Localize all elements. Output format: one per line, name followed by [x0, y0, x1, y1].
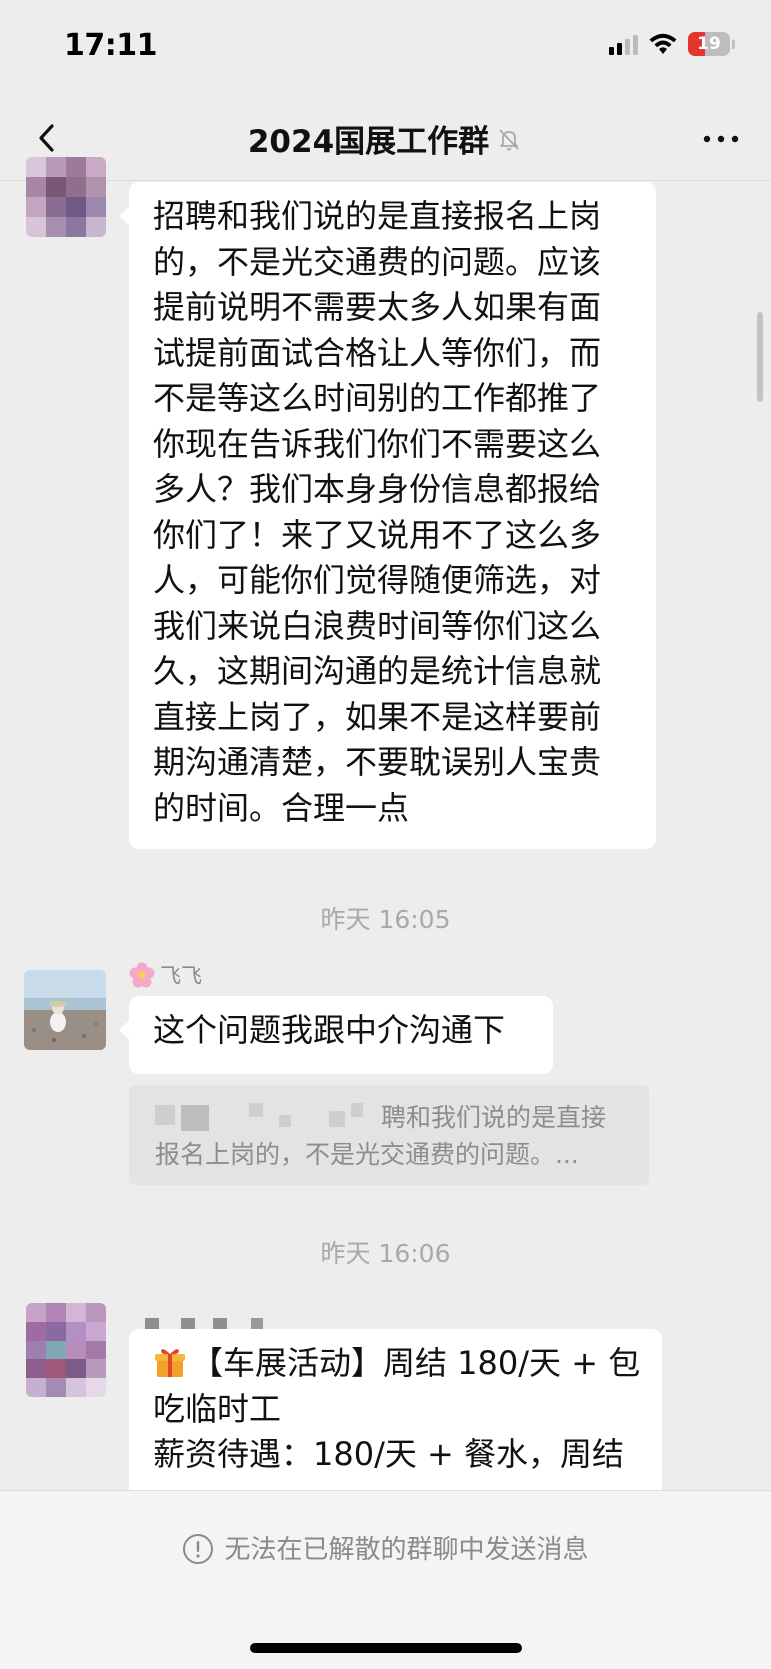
quote-sender-redaction [329, 1111, 345, 1127]
beach-photo-avatar [24, 970, 106, 1050]
message-line: 久，这期间沟通的是统计信息就 [153, 652, 602, 690]
message-bubble[interactable]: 招聘和我们说的是直接报名上岗 的，不是光交通费的问题。应该 提前说明不需要太多人… [119, 182, 656, 849]
quote-line: 聘和我们说的是直接 [381, 1103, 607, 1132]
message-line: 期沟通清楚，不要耽误别人宝贵 [153, 743, 602, 781]
message-line: 招聘和我们说的是直接报名上岗 [153, 197, 602, 235]
bell-off-icon [499, 128, 519, 150]
message-line: 直接上岗了，如果不是这样要前 [153, 697, 602, 736]
chat-title: 2024国展工作群 [247, 124, 490, 160]
cellular-signal-icon [609, 33, 638, 55]
quote-sender-redaction [279, 1115, 291, 1127]
chat-title-container: 2024国展工作群 [0, 116, 771, 161]
battery-cap [732, 39, 735, 49]
timestamp: 昨天 16:06 [320, 1239, 451, 1268]
message-line: 的时间。合理一点 [153, 788, 410, 827]
message-text: 【车展活动】周结 180/天 + 包 [191, 1344, 641, 1382]
chat-header: 2024国展工作群 [0, 100, 771, 181]
battery-level: 19 [697, 34, 721, 54]
quote-sender-redaction [181, 1105, 209, 1131]
more-horizontal-icon[interactable] [701, 124, 741, 154]
avatar[interactable] [24, 970, 106, 1050]
timestamp: 昨天 16:05 [320, 905, 451, 934]
cherry-blossom-icon [129, 962, 155, 988]
message-line: 你们了！来了又说用不了这么多 [153, 515, 602, 554]
message-line: 多人？我们本身身份信息都报给 [153, 470, 602, 508]
status-icons: 19 [609, 32, 735, 56]
avatar[interactable] [26, 1303, 106, 1397]
gift-icon [155, 1349, 185, 1377]
exclamation-circle-icon [183, 1534, 214, 1564]
scrollbar[interactable] [757, 312, 763, 402]
home-indicator[interactable] [250, 1643, 522, 1653]
message-line: 人，可能你们觉得随便筛选，对 [153, 561, 602, 599]
quoted-message[interactable]: 聘和我们说的是直接 报名上岗的，不是光交通费的问题。... [129, 1085, 649, 1185]
quote-sender-redaction [351, 1103, 363, 1117]
message-line: 试提前面试合格让人等你们，而 [153, 333, 602, 372]
message-line: 吃临时工 [153, 1389, 282, 1428]
message-line: 我们来说白浪费时间等你们这么 [153, 606, 602, 645]
message-line: 不是等这么时间别的工作都推了 [153, 379, 602, 417]
status-bar: 17:11 19 [0, 0, 771, 100]
message-line: 提前说明不需要太多人如果有面 [153, 288, 602, 326]
quote-sender-redaction [155, 1105, 175, 1125]
quote-line: 报名上岗的，不是光交通费的问题。... [155, 1140, 579, 1169]
message-line: 的，不是光交通费的问题。应该 [153, 242, 602, 281]
footer-notice-text: 无法在已解散的群聊中发送消息 [224, 1535, 589, 1565]
message-line: 你现在告诉我们你们不需要这么 [153, 424, 602, 463]
quote-sender-redaction [249, 1103, 263, 1117]
sender-name-row: 飞飞 [128, 960, 202, 990]
status-time: 17:11 [64, 28, 158, 63]
disbanded-group-notice: 无法在已解散的群聊中发送消息 [0, 1529, 771, 1566]
message-line: 薪资待遇：180/天 + 餐水，周结 [153, 1435, 625, 1473]
sender-name: 飞飞 [160, 964, 202, 988]
battery-icon: 19 [688, 32, 730, 56]
message-text: 这个问题我跟中介沟通下 [153, 1011, 506, 1049]
chat-footer: 无法在已解散的群聊中发送消息 [0, 1490, 771, 1669]
wifi-icon [649, 33, 677, 54]
message-bubble[interactable]: 这个问题我跟中介沟通下 [119, 996, 553, 1074]
message-line: 【车展活动】周结 180/天 + 包 [153, 1341, 642, 1387]
avatar[interactable] [26, 157, 106, 237]
